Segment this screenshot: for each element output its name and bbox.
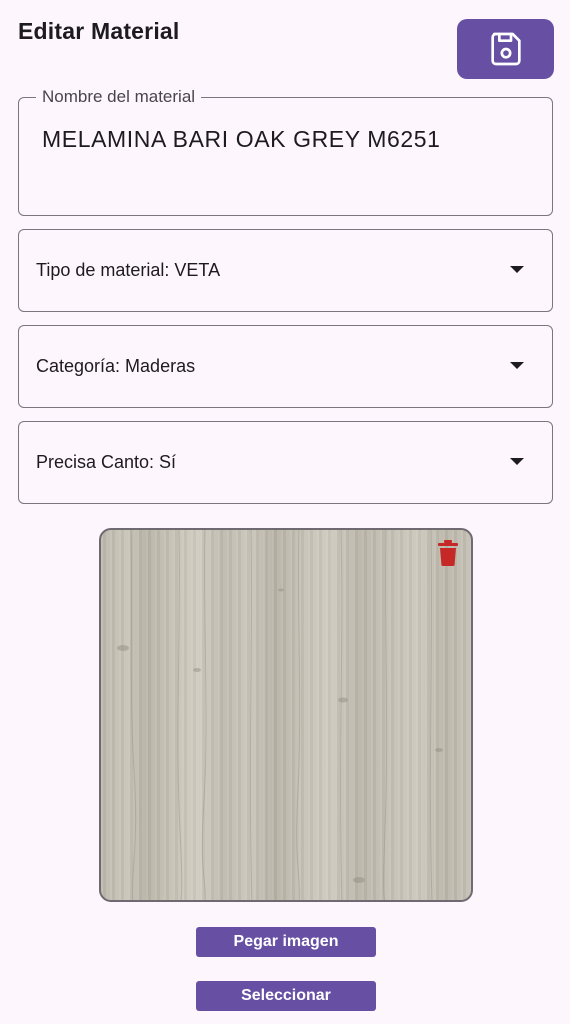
material-type-dropdown[interactable]: Tipo de material: VETA xyxy=(18,229,553,312)
material-name-label: Nombre del material xyxy=(36,87,202,107)
category-dropdown[interactable]: Categoría: Maderas xyxy=(18,325,553,408)
trash-icon[interactable] xyxy=(437,540,459,566)
material-type-label: Tipo de material: VETA xyxy=(36,260,221,280)
dropdown-arrow-icon xyxy=(510,266,524,273)
save-button[interactable] xyxy=(457,19,554,79)
wood-texture-image xyxy=(117,530,443,900)
material-name-field[interactable]: Nombre del material MELAMINA BARI OAK GR… xyxy=(18,87,553,216)
edge-required-dropdown[interactable]: Precisa Canto: Sí xyxy=(18,421,553,504)
paste-image-button[interactable]: Pegar imagen xyxy=(196,927,376,957)
dropdown-arrow-icon xyxy=(510,458,524,465)
edge-required-label: Precisa Canto: Sí xyxy=(36,452,177,472)
select-image-button[interactable]: Seleccionar xyxy=(196,981,376,1011)
save-floppy-icon xyxy=(490,32,521,66)
material-name-value[interactable]: MELAMINA BARI OAK GREY M6251 xyxy=(42,126,441,153)
page-title: Editar Material xyxy=(18,18,180,44)
category-label: Categoría: Maderas xyxy=(36,356,196,376)
material-image-preview xyxy=(99,528,473,902)
dropdown-arrow-icon xyxy=(510,362,524,369)
